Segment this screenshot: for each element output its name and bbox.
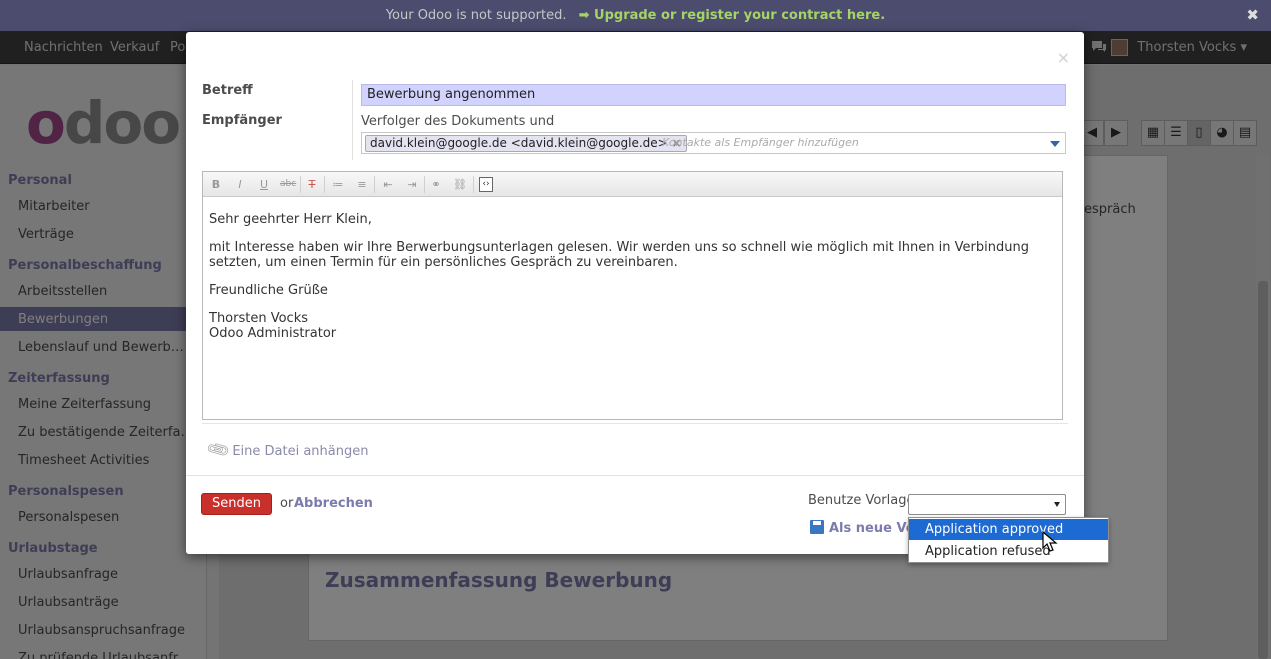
footer-divider [186,475,1084,476]
body-closing: Freundliche Grüße [209,283,328,298]
notice-close-icon[interactable]: ✖ [1246,0,1259,31]
attach-file-link[interactable]: 📎︎Eine Datei anhängen [205,436,369,463]
body-signature-title: Odoo Administrator [209,326,337,341]
bold-icon[interactable]: B [208,177,224,192]
italic-icon[interactable]: I [232,177,248,192]
toolbar-separator [300,176,301,193]
recipients-placeholder: Kontakte als Empfänger hinzufügen [662,136,859,149]
or-label: or [280,496,294,511]
mouse-cursor-icon [1042,531,1058,552]
body-signature-name: Thorsten Vocks [209,311,309,326]
followers-text: Verfolger des Dokuments und [361,114,555,129]
option-application-approved[interactable]: Application approved [909,519,1108,540]
cancel-link[interactable]: Abbrechen [294,496,373,511]
source-code-icon[interactable]: ‹› [479,177,493,192]
message-editor[interactable]: B I U abc T ≔ ≡ ⇤ ⇥ ⚭ ⛓ ‹› Sehr geehrter… [202,171,1063,420]
toolbar-separator [324,176,325,193]
template-label: Benutze Vorlage [808,493,915,508]
editor-toolbar: B I U abc T ≔ ≡ ⇤ ⇥ ⚭ ⛓ ‹› [203,172,1062,197]
notice-message: Your Odoo is not supported. [385,8,567,23]
recipients-input[interactable]: david.klein@google.de <david.klein@googl… [361,132,1066,154]
floppy-disk-icon [810,520,824,534]
save-as-template-label: Als neue Vorlage speichern [829,521,908,536]
body-greeting: Sehr geehrter Herr Klein, [209,212,372,227]
upgrade-link[interactable]: ➡ Upgrade or register your contract here… [579,8,886,23]
divider [202,423,1068,424]
bullet-list-icon[interactable]: ≔ [330,177,346,192]
close-icon[interactable]: × [1057,48,1070,67]
unsupported-notice-bar: Your Odoo is not supported. ➡ Upgrade or… [0,0,1271,31]
recipient-tag: david.klein@google.de <david.klein@googl… [365,135,687,152]
clear-format-icon[interactable]: T [304,177,320,192]
message-body[interactable]: Sehr geehrter Herr Klein, mit Interesse … [209,212,1054,341]
link-icon[interactable]: ⚭ [428,177,444,192]
recipient-tag-label: david.klein@google.de <david.klein@googl… [370,136,668,150]
chevron-down-icon [1054,502,1060,507]
numbered-list-icon[interactable]: ≡ [354,177,370,192]
subject-label: Betreff [202,83,253,98]
unlink-icon[interactable]: ⛓ [452,177,468,192]
subject-input[interactable]: Bewerbung angenommen [361,84,1066,106]
template-dropdown-list: Application approved Application refused [908,517,1109,563]
indent-icon[interactable]: ⇥ [404,177,420,192]
toolbar-separator [374,176,375,193]
recipients-label: Empfänger [202,113,282,128]
compose-email-dialog: × Betreff Empfänger Bewerbung angenommen… [186,32,1084,554]
toolbar-separator [473,176,474,193]
field-divider [352,80,353,160]
attach-file-label: Eine Datei anhängen [232,444,369,459]
toolbar-separator [424,176,425,193]
chevron-down-icon[interactable] [1050,141,1060,147]
body-paragraph: mit Interesse haben wir Ihre Berwerbungs… [209,240,1029,270]
option-application-refused[interactable]: Application refused [909,541,1108,562]
save-as-template-link[interactable]: Als neue Vorlage speichern [810,520,908,536]
outdent-icon[interactable]: ⇤ [380,177,396,192]
paperclip-icon: 📎︎ [204,436,232,463]
strikethrough-icon[interactable]: abc [280,177,296,192]
template-select[interactable] [908,494,1066,515]
underline-icon[interactable]: U [256,177,272,192]
send-button[interactable]: Senden [201,493,272,515]
